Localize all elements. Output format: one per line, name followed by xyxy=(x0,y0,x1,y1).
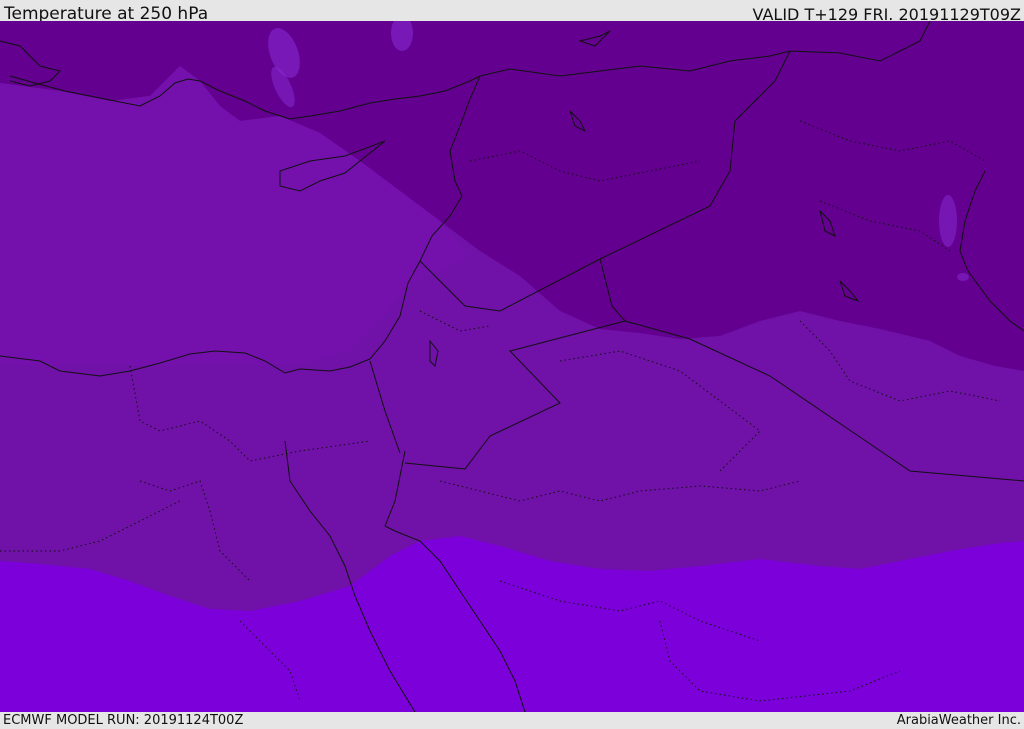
header-bar: Temperature at 250 hPa VALID T+129 FRI. … xyxy=(0,0,1024,24)
model-run: ECMWF MODEL RUN: 20191124T00Z xyxy=(3,713,244,728)
pale-spot xyxy=(939,195,957,247)
pale-spot xyxy=(957,273,969,281)
weather-map[interactable] xyxy=(0,21,1024,712)
credit: ArabiaWeather Inc. xyxy=(896,713,1021,728)
footer-bar: ECMWF MODEL RUN: 20191124T00Z ArabiaWeat… xyxy=(0,712,1024,729)
map-canvas xyxy=(0,21,1024,712)
